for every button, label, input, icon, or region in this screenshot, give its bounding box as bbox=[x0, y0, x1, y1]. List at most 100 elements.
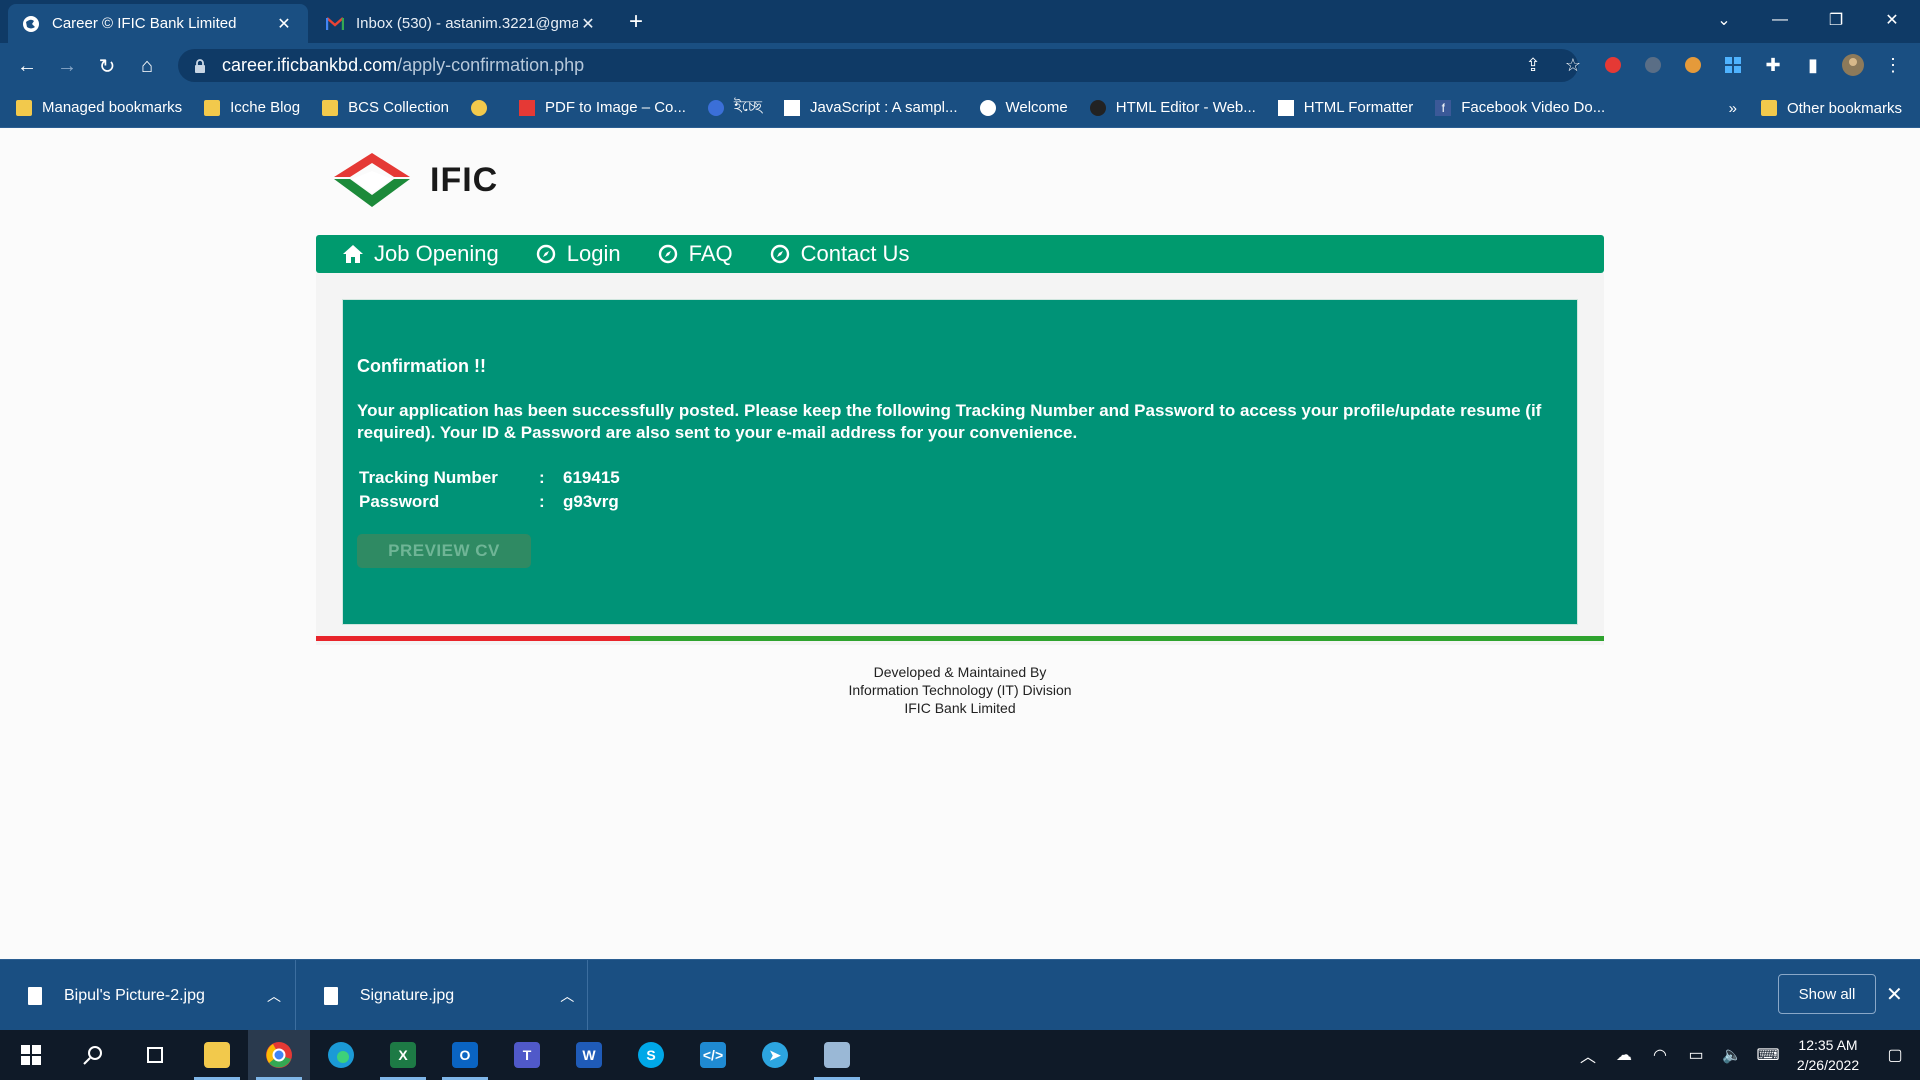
cursor-extension-icon[interactable] bbox=[1638, 50, 1668, 80]
compass-icon bbox=[535, 243, 557, 265]
task-view-icon[interactable] bbox=[124, 1030, 186, 1080]
close-icon[interactable]: ✕ bbox=[274, 14, 294, 34]
other-bookmarks[interactable]: Other bookmarks bbox=[1760, 100, 1902, 117]
show-all-button[interactable]: Show all bbox=[1778, 974, 1876, 1014]
password-row: Password : g93vrg bbox=[359, 492, 619, 512]
vscode-icon[interactable]: </> bbox=[682, 1030, 744, 1080]
formatter-icon bbox=[1277, 99, 1294, 116]
forward-icon[interactable]: → bbox=[52, 51, 82, 81]
clock[interactable]: 12:35 AM 2/26/2022 bbox=[1786, 1035, 1870, 1075]
confirmation-message: Your application has been successfully p… bbox=[357, 401, 1542, 442]
bookmark-ichche[interactable]: ইচ্ছে bbox=[707, 95, 762, 120]
people-icon bbox=[471, 99, 488, 116]
chevron-up-icon[interactable]: ︿ bbox=[547, 986, 587, 1006]
close-icon[interactable]: ✕ bbox=[578, 14, 598, 34]
logo-text: IFIC bbox=[430, 161, 499, 199]
windows-extension-icon[interactable] bbox=[1718, 50, 1748, 80]
extension-red-icon[interactable] bbox=[1598, 50, 1628, 80]
wifi-icon[interactable]: ◠ bbox=[1642, 1045, 1678, 1065]
bookmarks-overflow: » Other bookmarks bbox=[1729, 88, 1902, 128]
nav-contact-us[interactable]: Contact Us bbox=[769, 241, 909, 267]
globe-icon bbox=[22, 15, 40, 33]
bookmark-welcome[interactable]: Welcome bbox=[979, 99, 1068, 116]
tab-strip: Career © IFIC Bank Limited ✕ Inbox (530)… bbox=[0, 0, 1920, 43]
volume-icon[interactable]: 🔈 bbox=[1714, 1045, 1750, 1065]
folder-icon bbox=[16, 99, 32, 116]
url-path: /apply-confirmation.php bbox=[397, 55, 585, 75]
download-item[interactable]: Signature.jpg ︿ bbox=[296, 960, 588, 1031]
more-bookmarks-button[interactable]: » bbox=[1729, 100, 1737, 117]
bookmarks-bar: Managed bookmarks Icche Blog BCS Collect… bbox=[0, 88, 1920, 128]
star-icon[interactable]: ☆ bbox=[1558, 50, 1588, 80]
download-shelf: Bipul's Picture-2.jpg ︿ Signature.jpg ︿ … bbox=[0, 959, 1920, 1031]
puzzle-icon[interactable]: ✚ bbox=[1758, 50, 1788, 80]
ichche-icon bbox=[707, 99, 724, 116]
gmail-icon bbox=[326, 15, 344, 33]
separator: : bbox=[539, 468, 545, 487]
chevron-up-icon[interactable]: ︿ bbox=[254, 986, 294, 1006]
onedrive-icon[interactable]: ☁ bbox=[1606, 1045, 1642, 1065]
ific-logo[interactable]: IFIC bbox=[332, 149, 512, 211]
pdf-icon bbox=[519, 99, 536, 116]
profile-avatar[interactable] bbox=[1838, 50, 1868, 80]
back-icon[interactable]: ← bbox=[12, 51, 42, 81]
content-area: Confirmation !! Your application has bee… bbox=[316, 273, 1604, 645]
bookmark-people[interactable] bbox=[471, 99, 497, 116]
preview-cv-button[interactable]: PREVIEW CV bbox=[357, 534, 531, 568]
close-window-icon[interactable]: ✕ bbox=[1864, 0, 1920, 40]
excel-icon[interactable]: X bbox=[372, 1030, 434, 1080]
window-controls: ⌄ — ❐ ✕ bbox=[1696, 0, 1920, 40]
bookmark-html-formatter[interactable]: HTML Formatter bbox=[1277, 99, 1413, 116]
keyboard-icon[interactable]: ⌨ bbox=[1750, 1045, 1786, 1065]
bookmark-javascript[interactable]: JavaScript : A sampl... bbox=[783, 99, 958, 116]
notification-icon[interactable]: ▢ bbox=[1870, 1045, 1920, 1065]
bookmark-pdf[interactable]: PDF to Image – Co... bbox=[519, 99, 686, 116]
reload-icon[interactable]: ↻ bbox=[92, 51, 122, 81]
windows-taskbar: X O T W S </> ➤ ︿ ☁ ◠ ▭ 🔈 ⌨ 12:35 AM 2/2… bbox=[0, 1030, 1920, 1080]
tab-title: Career © IFIC Bank Limited bbox=[52, 15, 237, 32]
nav-faq[interactable]: FAQ bbox=[657, 241, 733, 267]
bookmark-html-editor[interactable]: HTML Editor - Web... bbox=[1089, 99, 1256, 116]
nav-login[interactable]: Login bbox=[535, 241, 621, 267]
system-tray: ︿ ☁ ◠ ▭ 🔈 ⌨ 12:35 AM 2/26/2022 ▢ bbox=[1570, 1030, 1920, 1080]
tracking-number-label: Tracking Number bbox=[359, 468, 498, 487]
file-explorer-icon[interactable] bbox=[186, 1030, 248, 1080]
home-icon[interactable]: ⌂ bbox=[132, 51, 162, 81]
download-item[interactable]: Bipul's Picture-2.jpg ︿ bbox=[0, 960, 296, 1031]
chevron-up-icon[interactable]: ︿ bbox=[1570, 1043, 1606, 1067]
address-bar[interactable]: career.ificbankbd.com/apply-confirmation… bbox=[178, 49, 1578, 82]
side-panel-icon[interactable]: ▮ bbox=[1798, 50, 1828, 80]
tab-inbox[interactable]: Inbox (530) - astanim.3221@gma ✕ bbox=[312, 4, 612, 43]
spy-icon bbox=[1089, 99, 1106, 116]
battery-icon[interactable]: ▭ bbox=[1678, 1045, 1714, 1065]
bookmark-bcs[interactable]: BCS Collection bbox=[322, 99, 449, 116]
tracking-number-row: Tracking Number : 619415 bbox=[359, 468, 620, 488]
menu-icon[interactable]: ⋮ bbox=[1878, 50, 1908, 80]
edge-icon[interactable] bbox=[310, 1030, 372, 1080]
cookie-extension-icon[interactable] bbox=[1678, 50, 1708, 80]
tab-search-icon[interactable]: ⌄ bbox=[1696, 0, 1752, 40]
bookmark-managed[interactable]: Managed bookmarks bbox=[16, 99, 182, 116]
close-icon[interactable]: ✕ bbox=[1886, 982, 1903, 1007]
outlook-icon[interactable]: O bbox=[434, 1030, 496, 1080]
start-button[interactable] bbox=[0, 1030, 62, 1080]
nav-job-opening[interactable]: Job Opening bbox=[342, 241, 499, 267]
app-icon[interactable] bbox=[806, 1030, 868, 1080]
chrome-icon[interactable] bbox=[248, 1030, 310, 1080]
w3-icon bbox=[783, 99, 800, 116]
word-icon[interactable]: W bbox=[558, 1030, 620, 1080]
skype-icon[interactable]: S bbox=[620, 1030, 682, 1080]
bookmark-facebook[interactable]: f Facebook Video Do... bbox=[1435, 99, 1605, 116]
main-nav: Job Opening Login FAQ Contact Us bbox=[316, 235, 1604, 273]
search-icon[interactable] bbox=[62, 1030, 124, 1080]
restore-icon[interactable]: ❐ bbox=[1808, 0, 1864, 40]
minimize-icon[interactable]: — bbox=[1752, 0, 1808, 40]
telegram-icon[interactable]: ➤ bbox=[744, 1030, 806, 1080]
home-icon bbox=[342, 243, 364, 265]
teams-icon[interactable]: T bbox=[496, 1030, 558, 1080]
bookmark-icche-blog[interactable]: Icche Blog bbox=[204, 99, 300, 116]
confirmation-box: Confirmation !! Your application has bee… bbox=[342, 299, 1578, 625]
share-icon[interactable]: ⇪ bbox=[1518, 50, 1548, 80]
new-tab-button[interactable]: + bbox=[622, 8, 650, 36]
tab-career[interactable]: Career © IFIC Bank Limited ✕ bbox=[8, 4, 308, 43]
